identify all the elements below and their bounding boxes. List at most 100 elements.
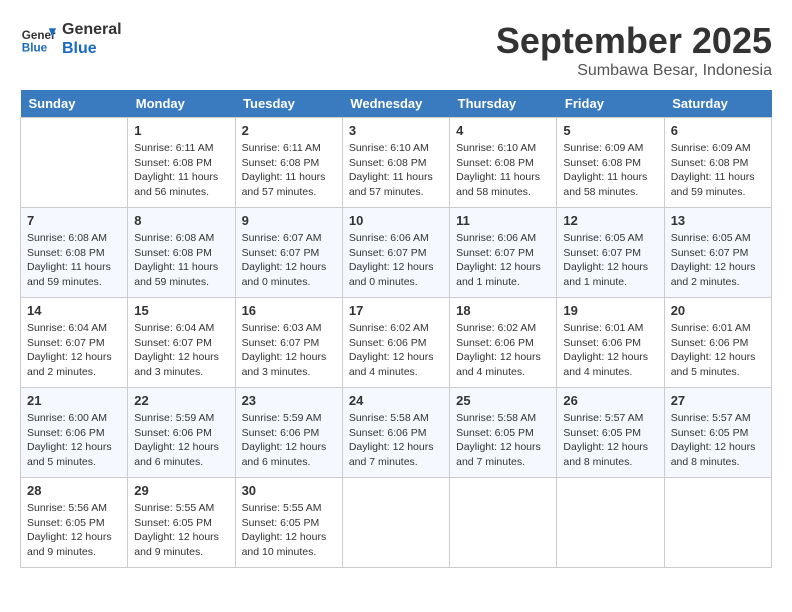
calendar-cell: 22Sunrise: 5:59 AMSunset: 6:06 PMDayligh… xyxy=(128,388,235,478)
day-info: Sunrise: 6:04 AMSunset: 6:07 PMDaylight:… xyxy=(134,321,228,380)
calendar-cell xyxy=(664,478,771,568)
calendar-cell: 23Sunrise: 5:59 AMSunset: 6:06 PMDayligh… xyxy=(235,388,342,478)
calendar-cell xyxy=(450,478,557,568)
day-info: Sunrise: 5:58 AMSunset: 6:06 PMDaylight:… xyxy=(349,411,443,470)
calendar-cell: 13 Sunrise: 6:05 AMSunset: 6:07 PMDayligh… xyxy=(664,208,771,298)
calendar-cell xyxy=(21,118,128,208)
weekday-header-monday: Monday xyxy=(128,90,235,118)
day-number: 29 xyxy=(134,483,228,498)
calendar-cell: 15 Sunrise: 6:04 AMSunset: 6:07 PMDayligh… xyxy=(128,298,235,388)
weekday-header-row: SundayMondayTuesdayWednesdayThursdayFrid… xyxy=(21,90,772,118)
day-info: Sunrise: 6:06 AMSunset: 6:07 PMDaylight:… xyxy=(349,231,443,290)
day-info: Sunrise: 6:00 AMSunset: 6:06 PMDaylight:… xyxy=(27,411,121,470)
weekday-header-friday: Friday xyxy=(557,90,664,118)
calendar-cell: 28 Sunrise: 5:56 AMSunset: 6:05 PMDayligh… xyxy=(21,478,128,568)
calendar-cell: 14 Sunrise: 6:04 AMSunset: 6:07 PMDayligh… xyxy=(21,298,128,388)
weekday-header-wednesday: Wednesday xyxy=(342,90,449,118)
weekday-header-tuesday: Tuesday xyxy=(235,90,342,118)
calendar-cell: 2 Sunrise: 6:11 AMSunset: 6:08 PMDaylight… xyxy=(235,118,342,208)
day-number: 27 xyxy=(671,393,765,408)
calendar-cell xyxy=(557,478,664,568)
day-info: Sunrise: 6:11 AMSunset: 6:08 PMDaylight:… xyxy=(242,141,336,200)
day-info: Sunrise: 6:04 AMSunset: 6:07 PMDaylight:… xyxy=(27,321,121,380)
day-info: Sunrise: 5:56 AMSunset: 6:05 PMDaylight:… xyxy=(27,501,121,560)
day-info: Sunrise: 6:10 AMSunset: 6:08 PMDaylight:… xyxy=(456,141,550,200)
calendar-cell: 17 Sunrise: 6:02 AMSunset: 6:06 PMDayligh… xyxy=(342,298,449,388)
day-number: 10 xyxy=(349,213,443,228)
day-info: Sunrise: 6:05 AMSunset: 6:07 PMDaylight:… xyxy=(563,231,657,290)
day-info: Sunrise: 6:01 AMSunset: 6:06 PMDaylight:… xyxy=(671,321,765,380)
week-row-2: 7Sunrise: 6:08 AMSunset: 6:08 PMDaylight… xyxy=(21,208,772,298)
day-info: Sunrise: 5:57 AMSunset: 6:05 PMDaylight:… xyxy=(563,411,657,470)
day-number: 5 xyxy=(563,123,657,138)
day-number: 16 xyxy=(242,303,336,318)
location-title: Sumbawa Besar, Indonesia xyxy=(496,62,772,80)
calendar-cell xyxy=(342,478,449,568)
day-number: 3 xyxy=(349,123,443,138)
calendar-cell: 29Sunrise: 5:55 AMSunset: 6:05 PMDayligh… xyxy=(128,478,235,568)
day-number: 17 xyxy=(349,303,443,318)
day-number: 26 xyxy=(563,393,657,408)
calendar-cell: 3Sunrise: 6:10 AMSunset: 6:08 PMDaylight… xyxy=(342,118,449,208)
day-number: 13 xyxy=(671,213,765,228)
day-info: Sunrise: 6:06 AMSunset: 6:07 PMDaylight:… xyxy=(456,231,550,290)
month-title: September 2025 xyxy=(496,20,772,62)
day-number: 30 xyxy=(242,483,336,498)
day-number: 18 xyxy=(456,303,550,318)
day-number: 14 xyxy=(27,303,121,318)
day-number: 21 xyxy=(27,393,121,408)
day-info: Sunrise: 6:05 AMSunset: 6:07 PMDaylight:… xyxy=(671,231,765,290)
day-number: 2 xyxy=(242,123,336,138)
day-info: Sunrise: 6:07 AMSunset: 6:07 PMDaylight:… xyxy=(242,231,336,290)
day-info: Sunrise: 5:58 AMSunset: 6:05 PMDaylight:… xyxy=(456,411,550,470)
day-info: Sunrise: 5:59 AMSunset: 6:06 PMDaylight:… xyxy=(242,411,336,470)
week-row-1: 1 Sunrise: 6:11 AMSunset: 6:08 PMDaylight… xyxy=(21,118,772,208)
calendar-table: SundayMondayTuesdayWednesdayThursdayFrid… xyxy=(20,90,772,568)
day-number: 25 xyxy=(456,393,550,408)
day-number: 19 xyxy=(563,303,657,318)
day-number: 1 xyxy=(134,123,228,138)
day-info: Sunrise: 6:02 AMSunset: 6:06 PMDaylight:… xyxy=(349,321,443,380)
day-info: Sunrise: 6:11 AMSunset: 6:08 PMDaylight:… xyxy=(134,141,228,200)
day-info: Sunrise: 5:55 AMSunset: 6:05 PMDaylight:… xyxy=(242,501,336,560)
day-number: 24 xyxy=(349,393,443,408)
calendar-cell: 21 Sunrise: 6:00 AMSunset: 6:06 PMDayligh… xyxy=(21,388,128,478)
calendar-cell: 9 Sunrise: 6:07 AMSunset: 6:07 PMDaylight… xyxy=(235,208,342,298)
day-info: Sunrise: 6:08 AMSunset: 6:08 PMDaylight:… xyxy=(27,231,121,290)
calendar-cell: 11 Sunrise: 6:06 AMSunset: 6:07 PMDayligh… xyxy=(450,208,557,298)
calendar-cell: 6 Sunrise: 6:09 AMSunset: 6:08 PMDaylight… xyxy=(664,118,771,208)
day-number: 8 xyxy=(134,213,228,228)
weekday-header-sunday: Sunday xyxy=(21,90,128,118)
day-info: Sunrise: 6:01 AMSunset: 6:06 PMDaylight:… xyxy=(563,321,657,380)
logo: General Blue General Blue xyxy=(20,20,122,58)
calendar-cell: 10 Sunrise: 6:06 AMSunset: 6:07 PMDayligh… xyxy=(342,208,449,298)
day-number: 15 xyxy=(134,303,228,318)
day-info: Sunrise: 6:09 AMSunset: 6:08 PMDaylight:… xyxy=(563,141,657,200)
day-number: 11 xyxy=(456,213,550,228)
day-number: 22 xyxy=(134,393,228,408)
weekday-header-thursday: Thursday xyxy=(450,90,557,118)
day-info: Sunrise: 6:09 AMSunset: 6:08 PMDaylight:… xyxy=(671,141,765,200)
day-number: 28 xyxy=(27,483,121,498)
calendar-cell: 27 Sunrise: 5:57 AMSunset: 6:05 PMDayligh… xyxy=(664,388,771,478)
day-number: 9 xyxy=(242,213,336,228)
day-info: Sunrise: 5:57 AMSunset: 6:05 PMDaylight:… xyxy=(671,411,765,470)
calendar-cell: 19 Sunrise: 6:01 AMSunset: 6:06 PMDayligh… xyxy=(557,298,664,388)
calendar-cell: 5 Sunrise: 6:09 AMSunset: 6:08 PMDaylight… xyxy=(557,118,664,208)
week-row-4: 21 Sunrise: 6:00 AMSunset: 6:06 PMDayligh… xyxy=(21,388,772,478)
day-number: 6 xyxy=(671,123,765,138)
logo-icon: General Blue xyxy=(20,21,56,57)
page-header: General Blue General Blue September 2025… xyxy=(20,20,772,80)
calendar-cell: 16 Sunrise: 6:03 AMSunset: 6:07 PMDayligh… xyxy=(235,298,342,388)
title-section: September 2025 Sumbawa Besar, Indonesia xyxy=(496,20,772,80)
svg-text:Blue: Blue xyxy=(22,42,48,55)
day-number: 20 xyxy=(671,303,765,318)
calendar-cell: 7Sunrise: 6:08 AMSunset: 6:08 PMDaylight… xyxy=(21,208,128,298)
day-number: 12 xyxy=(563,213,657,228)
calendar-cell: 8Sunrise: 6:08 AMSunset: 6:08 PMDaylight… xyxy=(128,208,235,298)
day-info: Sunrise: 6:03 AMSunset: 6:07 PMDaylight:… xyxy=(242,321,336,380)
week-row-3: 14 Sunrise: 6:04 AMSunset: 6:07 PMDayligh… xyxy=(21,298,772,388)
day-info: Sunrise: 6:02 AMSunset: 6:06 PMDaylight:… xyxy=(456,321,550,380)
calendar-cell: 12 Sunrise: 6:05 AMSunset: 6:07 PMDayligh… xyxy=(557,208,664,298)
calendar-cell: 4Sunrise: 6:10 AMSunset: 6:08 PMDaylight… xyxy=(450,118,557,208)
